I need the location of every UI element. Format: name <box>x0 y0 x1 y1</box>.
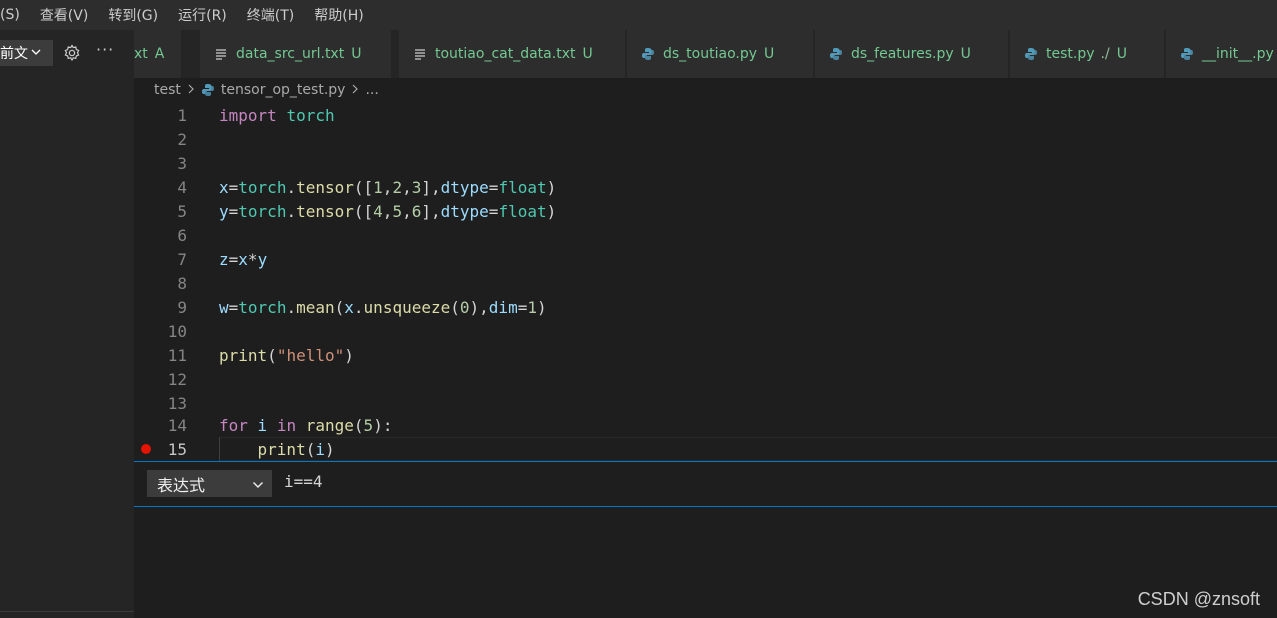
code-text: print("hello") <box>219 345 354 365</box>
text-file-icon <box>214 47 228 61</box>
tab-ds-features[interactable]: ds_features.py U <box>815 30 1009 78</box>
code-line: 13 <box>134 391 1277 415</box>
line-number: 11 <box>167 345 187 365</box>
tab-label: data_src_url.txt <box>236 46 345 62</box>
chevron-right-icon <box>186 83 196 97</box>
code-line: 3 <box>134 151 1277 175</box>
tab-status: U <box>960 46 971 62</box>
debug-config-label: 前文 <box>0 46 28 62</box>
chevron-down-icon <box>30 46 42 61</box>
code-text: w=torch.mean(x.unsqueeze(0),dim=1) <box>219 297 547 317</box>
condition-expression-input[interactable]: i==4 <box>284 472 323 491</box>
menu-bar: (S) 查看(V) 转到(G) 运行(R) 终端(T) 帮助(H) <box>0 0 1277 30</box>
menu-item-run[interactable]: 运行(R) <box>178 5 227 25</box>
line-number: 4 <box>177 177 187 197</box>
chevron-right-icon <box>350 83 360 97</box>
line-number: 14 <box>167 415 187 435</box>
code-line: 1 import torch <box>134 103 1277 127</box>
watermark: CSDN @znsoft <box>1137 589 1260 609</box>
code-line: 5 y=torch.tensor([4,5,6],dtype=float) <box>134 199 1277 223</box>
sidebar-divider <box>0 611 134 612</box>
tab-label: ds_toutiao.py <box>663 46 758 62</box>
breadcrumb-more[interactable]: ... <box>365 82 378 98</box>
line-number: 3 <box>177 153 187 173</box>
code-line: 7 z=x*y <box>134 247 1277 271</box>
line-number: 15 <box>167 439 187 459</box>
code-text: y=torch.tensor([4,5,6],dtype=float) <box>219 201 557 221</box>
line-number: 13 <box>167 393 187 413</box>
line-number: 6 <box>177 225 187 245</box>
code-line: 15 print(i) <box>134 437 1277 461</box>
menu-item-go[interactable]: 转到(G) <box>108 5 158 25</box>
python-icon <box>201 83 215 97</box>
python-icon <box>641 47 655 61</box>
breadcrumb: test tensor_op_test.py ... <box>134 78 1277 102</box>
code-line: 12 <box>134 367 1277 391</box>
code-line: 10 <box>134 319 1277 343</box>
line-number: 9 <box>177 297 187 317</box>
code-editor[interactable]: 1 import torch 2 3 4 x=torch.tensor([1,2… <box>134 102 1277 462</box>
code-line: 8 <box>134 271 1277 295</box>
code-line: 4 x=torch.tensor([1,2,3],dtype=float) <box>134 175 1277 199</box>
breadcrumb-folder[interactable]: test <box>154 82 181 98</box>
tab-partial[interactable]: xt A <box>134 30 182 78</box>
tab-status: A <box>154 46 165 62</box>
menu-item-terminal[interactable]: 终端(T) <box>247 5 294 25</box>
tab-status: U <box>351 46 362 62</box>
sidebar: 前文 ··· <box>0 30 134 618</box>
tab-toutiao-cat-data[interactable]: toutiao_cat_data.txt U <box>399 30 626 78</box>
line-number: 10 <box>167 321 187 341</box>
line-number: 12 <box>167 369 187 389</box>
code-line: 14 for i in range(5): <box>134 413 1277 437</box>
breadcrumb-file[interactable]: tensor_op_test.py <box>221 82 346 98</box>
debug-config-select[interactable]: 前文 <box>0 40 53 66</box>
tab-init-py[interactable]: __init__.py <box>1166 30 1277 78</box>
python-icon <box>829 47 843 61</box>
line-number: 7 <box>177 249 187 269</box>
code-text: print(i) <box>257 439 335 459</box>
tab-label: xt <box>134 46 148 62</box>
tab-label: ds_features.py <box>851 46 954 62</box>
line-number: 2 <box>177 129 187 149</box>
text-file-icon <box>413 47 427 61</box>
code-text: import torch <box>219 105 335 125</box>
tab-ds-toutiao[interactable]: ds_toutiao.py U <box>627 30 814 78</box>
line-number: 8 <box>177 273 187 293</box>
condition-type-select[interactable]: 表达式 <box>147 470 272 497</box>
sidebar-header: 前文 ··· <box>0 40 134 68</box>
code-line: 9 w=torch.mean(x.unsqueeze(0),dim=1) <box>134 295 1277 319</box>
code-line: 2 <box>134 127 1277 151</box>
python-icon <box>1180 47 1194 61</box>
line-number: 5 <box>177 201 187 221</box>
code-line: 6 <box>134 223 1277 247</box>
menu-item-selection[interactable]: (S) <box>0 7 20 23</box>
tab-data-src-url[interactable]: data_src_url.txt U <box>200 30 392 78</box>
tab-status: U <box>582 46 593 62</box>
code-text: x=torch.tensor([1,2,3],dtype=float) <box>219 177 557 197</box>
menu-item-view[interactable]: 查看(V) <box>40 5 89 25</box>
menu-item-help[interactable]: 帮助(H) <box>314 5 363 25</box>
code-text: z=x*y <box>219 249 268 269</box>
tab-label: test.py <box>1046 46 1095 62</box>
tab-test-py[interactable]: test.py ./ U <box>1010 30 1165 78</box>
tab-status: U <box>764 46 775 62</box>
tab-status: U <box>1116 46 1127 62</box>
code-line: 11 print("hello") <box>134 343 1277 367</box>
breakpoint-condition-widget: 表达式 i==4 <box>134 461 1277 507</box>
python-icon <box>1024 47 1038 61</box>
line-number: 1 <box>177 105 187 125</box>
chevron-down-icon <box>252 476 264 488</box>
tab-path: ./ <box>1100 46 1110 62</box>
gear-icon[interactable] <box>63 44 81 62</box>
editor-tabs: xt A data_src_url.txt U toutiao_cat_data… <box>134 30 1277 78</box>
code-text: for i in range(5): <box>219 415 393 435</box>
tab-label: __init__.py <box>1202 46 1274 62</box>
condition-type-label: 表达式 <box>157 475 206 495</box>
more-actions-icon[interactable]: ··· <box>96 40 114 59</box>
tab-label: toutiao_cat_data.txt <box>435 46 576 62</box>
